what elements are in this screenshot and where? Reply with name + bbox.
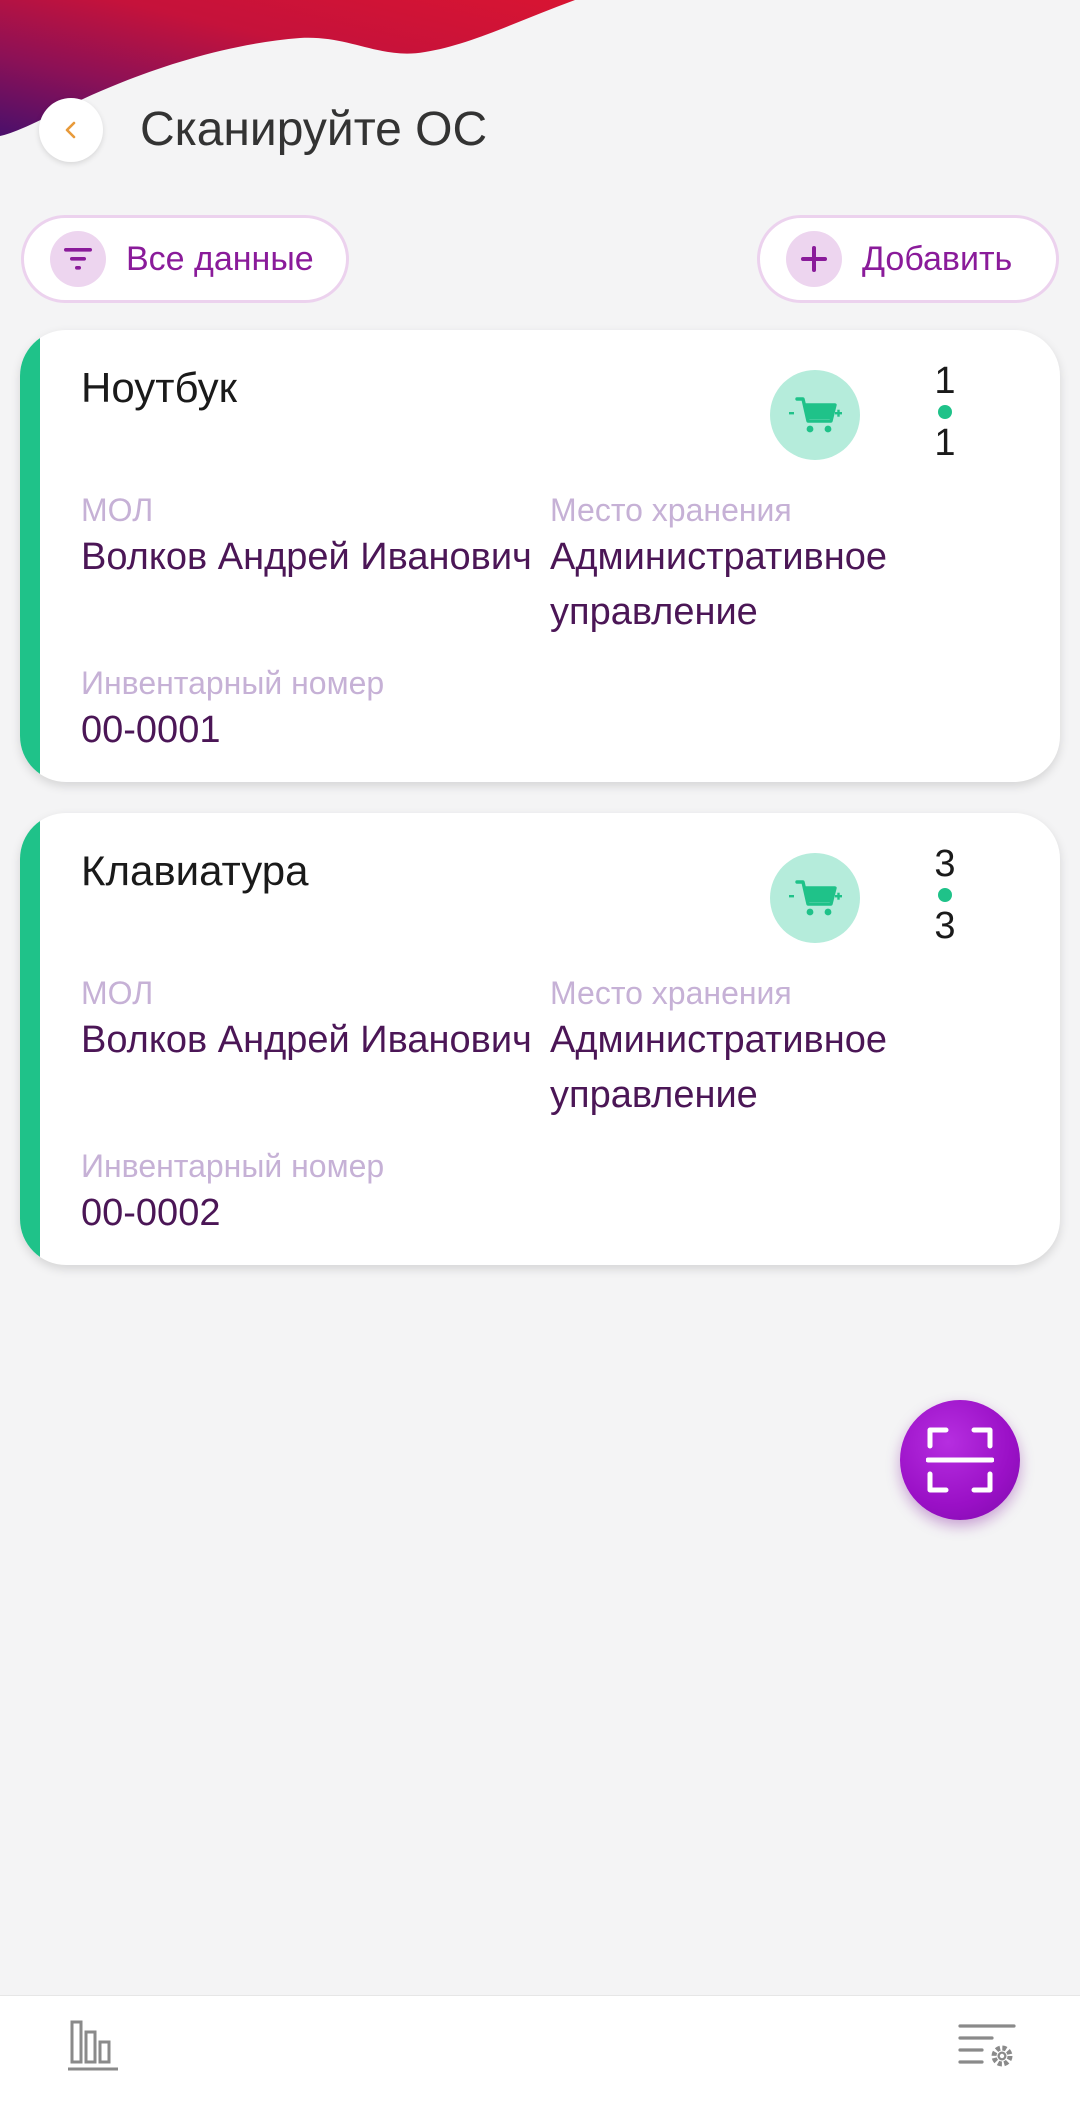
count-divider-dot <box>938 888 952 902</box>
count-scanned: 1 <box>934 360 956 402</box>
mol-value: Волков Андрей Иванович <box>81 1019 532 1061</box>
filter-icon <box>50 231 106 287</box>
add-button[interactable]: Добавить <box>757 215 1059 303</box>
count-divider-dot <box>938 405 952 419</box>
storage-value: Административное управление <box>550 536 887 633</box>
mol-label: МОЛ <box>81 975 154 1011</box>
filter-button[interactable]: Все данные <box>21 215 349 303</box>
list-settings-icon <box>958 2024 1016 2067</box>
count-total: 1 <box>934 422 956 464</box>
inventory-value: 00-0001 <box>81 709 221 751</box>
cart-icon <box>789 397 842 433</box>
status-stripe <box>20 813 40 1265</box>
count-scanned: 3 <box>934 843 956 885</box>
quantity-counter: 3 3 <box>925 841 965 949</box>
status-stripe <box>20 330 40 782</box>
asset-card[interactable]: Ноутбук 1 1 МОЛ Волков Андрей Иванович М… <box>20 330 1060 782</box>
chevron-left-icon <box>65 121 76 139</box>
mol-value: Волков Андрей Иванович <box>81 536 532 578</box>
storage-label: Место хранения <box>550 492 792 528</box>
bar-chart-icon <box>68 2020 118 2071</box>
asset-card[interactable]: Клавиатура 3 3 МОЛ Волков Андрей Иванови… <box>20 813 1060 1265</box>
page-title: Сканируйте ОС <box>140 103 488 156</box>
inventory-label: Инвентарный номер <box>81 1148 385 1184</box>
mol-label: МОЛ <box>81 492 154 528</box>
back-button[interactable] <box>39 98 103 162</box>
bottom-navigation <box>0 1995 1080 2101</box>
stats-button[interactable] <box>66 2018 122 2074</box>
storage-value: Административное управление <box>550 1019 887 1116</box>
scan-button[interactable] <box>900 1400 1020 1520</box>
count-total: 3 <box>934 905 956 947</box>
filter-label: Все данные <box>126 239 314 278</box>
cart-button[interactable] <box>770 853 860 943</box>
cart-icon <box>789 880 842 916</box>
add-label: Добавить <box>862 239 1013 278</box>
quantity-counter: 1 1 <box>925 358 965 466</box>
inventory-value: 00-0002 <box>81 1192 221 1234</box>
asset-name: Ноутбук <box>81 364 237 411</box>
settings-button[interactable] <box>958 2018 1020 2074</box>
scan-icon <box>926 1427 994 1493</box>
cart-button[interactable] <box>770 370 860 460</box>
storage-label: Место хранения <box>550 975 792 1011</box>
plus-icon <box>786 231 842 287</box>
inventory-label: Инвентарный номер <box>81 665 385 701</box>
asset-name: Клавиатура <box>81 847 309 894</box>
